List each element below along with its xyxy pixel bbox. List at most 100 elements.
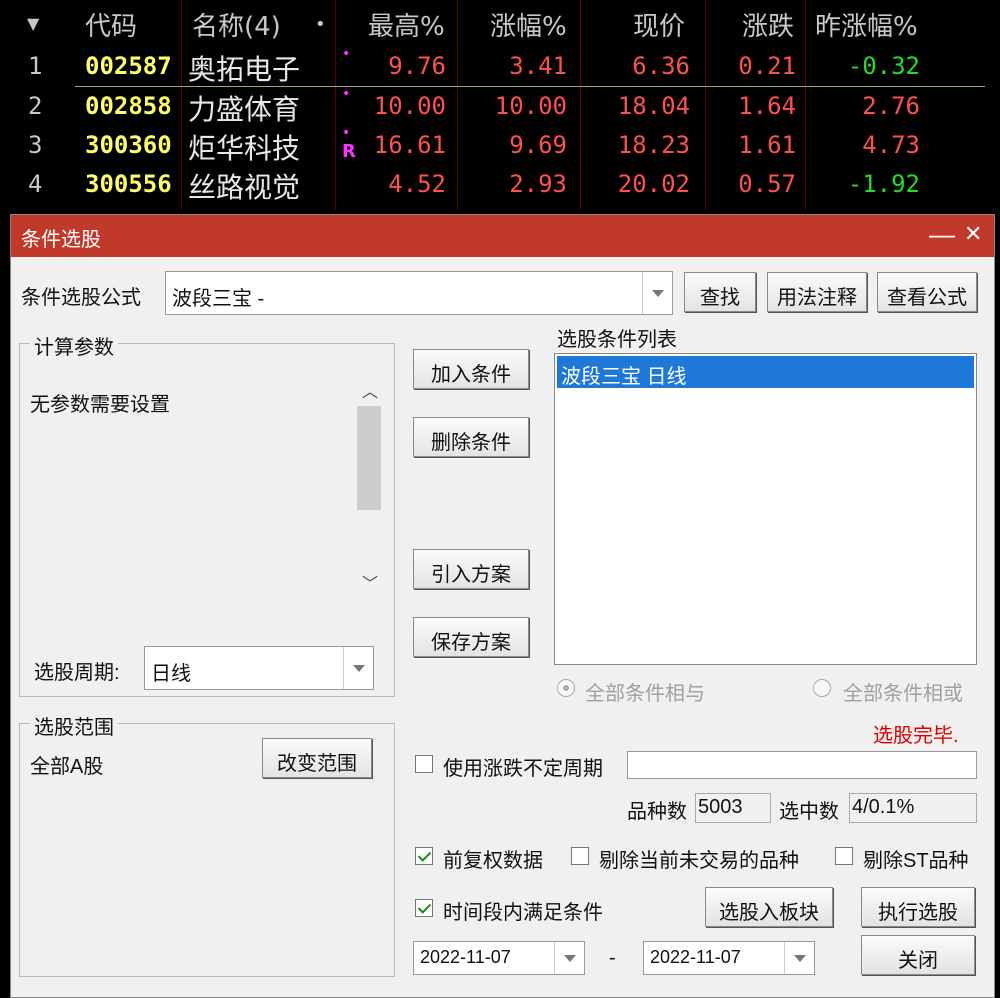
row-number: 2 <box>28 92 43 120</box>
add-to-block-label: 选股入板块 <box>719 902 819 924</box>
date-to-value: 2022-11-07 <box>650 947 741 967</box>
import-scheme-button[interactable]: 引入方案 <box>413 549 529 589</box>
save-scheme-button[interactable]: 保存方案 <box>413 617 529 657</box>
condition-item-label: 波段三宝 日线 <box>561 366 687 388</box>
radio-all-and-label: 全部条件相与 <box>585 683 705 705</box>
high-pct: 10.00 <box>373 92 446 120</box>
scroll-thumb[interactable] <box>357 406 381 510</box>
delete-condition-button[interactable]: 删除条件 <box>413 417 529 457</box>
diff: 1.64 <box>738 92 796 120</box>
header-change[interactable]: 涨幅% <box>490 6 567 43</box>
close-button[interactable]: 关闭 <box>861 935 975 975</box>
params-group-title: 计算参数 <box>30 331 118 360</box>
header-dot: • <box>315 14 326 35</box>
table-row[interactable]: 2 002858 力盛体育 • 10.00 10.00 18.04 1.64 2… <box>0 86 1000 128</box>
forward-adjust-checkbox[interactable] <box>415 847 433 865</box>
stock-name: 力盛体育 <box>188 93 301 126</box>
add-condition-button[interactable]: 加入条件 <box>413 349 529 389</box>
header-code[interactable]: 代码 <box>85 6 137 43</box>
range-group: 选股范围 全部A股 改变范围 <box>19 711 395 977</box>
dialog-title: 条件选股 <box>21 229 101 251</box>
params-scrollbar[interactable]: ︿ ﹀ <box>356 374 382 602</box>
chevron-up-icon[interactable]: ︿ <box>362 378 378 402</box>
stock-name: 炬华科技 <box>188 132 301 165</box>
header-name[interactable]: 名称(4) <box>192 6 281 43</box>
date-from-picker[interactable]: 2022-11-07 <box>413 941 585 975</box>
table-row[interactable]: 4 300556 丝路视觉 4.52 2.93 20.02 0.57 -1.92 <box>0 166 1000 206</box>
stock-code: 300556 <box>85 170 172 198</box>
prev-change-pct: 2.76 <box>862 92 920 120</box>
count-label: 品种数 <box>627 801 687 823</box>
chevron-down-icon[interactable] <box>343 647 373 689</box>
use-period-label: 使用涨跌不定周期 <box>443 758 603 780</box>
condition-list[interactable]: 波段三宝 日线 <box>554 353 977 665</box>
row-number: 4 <box>28 170 43 198</box>
date-to-picker[interactable]: 2022-11-07 <box>643 941 815 975</box>
selected-label: 选中数 <box>779 801 839 823</box>
view-formula-button[interactable]: 查看公式 <box>877 272 977 312</box>
dialog-titlebar[interactable]: 条件选股 — ✕ <box>11 215 994 257</box>
period-dropdown[interactable]: 日线 <box>144 646 374 690</box>
row-number: 3 <box>28 131 43 159</box>
header-diff[interactable]: 涨跌 <box>742 6 794 43</box>
change-pct: 2.93 <box>509 170 567 198</box>
radio-all-and[interactable] <box>557 679 575 697</box>
date-separator: - <box>609 947 616 969</box>
change-range-label: 改变范围 <box>277 753 357 775</box>
chevron-down-icon[interactable] <box>642 272 672 314</box>
exclude-st-checkbox[interactable] <box>835 847 853 865</box>
date-from-value: 2022-11-07 <box>420 947 511 967</box>
selected-row-underline <box>75 86 985 87</box>
high-pct: 9.76 <box>388 52 446 80</box>
execute-select-button[interactable]: 执行选股 <box>861 887 975 927</box>
table-row[interactable]: 3 300360 炬华科技 • R 16.61 9.69 18.23 1.61 … <box>0 125 1000 167</box>
diff: 0.57 <box>738 170 796 198</box>
price: 18.04 <box>617 92 690 120</box>
high-pct: 16.61 <box>373 131 446 159</box>
import-scheme-label: 引入方案 <box>431 564 511 586</box>
minimize-icon[interactable]: — <box>929 219 955 249</box>
time-range-label: 时间段内满足条件 <box>443 902 603 924</box>
range-value: 全部A股 <box>30 756 104 778</box>
prev-change-pct: 4.73 <box>862 131 920 159</box>
execute-select-label: 执行选股 <box>878 902 958 924</box>
use-period-checkbox[interactable] <box>415 755 433 773</box>
period-label: 选股周期: <box>34 662 120 684</box>
formula-value: 波段三宝 - <box>172 288 265 310</box>
price: 18.23 <box>617 131 690 159</box>
header-high[interactable]: 最高% <box>368 6 445 43</box>
find-button[interactable]: 查找 <box>684 272 756 312</box>
add-to-block-button[interactable]: 选股入板块 <box>705 887 833 927</box>
change-pct: 10.00 <box>494 92 567 120</box>
save-scheme-label: 保存方案 <box>431 632 511 654</box>
forward-adjust-label: 前复权数据 <box>443 850 543 872</box>
exclude-untraded-label: 剔除当前未交易的品种 <box>599 850 799 872</box>
row-number: 1 <box>28 52 43 80</box>
header-prev-change[interactable]: 昨涨幅% <box>815 6 918 43</box>
formula-dropdown[interactable]: 波段三宝 - <box>165 271 673 315</box>
radio-all-or[interactable] <box>813 679 831 697</box>
find-button-label: 查找 <box>700 287 740 309</box>
params-group: 计算参数 无参数需要设置 ︿ ﹀ 选股周期: 日线 <box>19 331 395 697</box>
table-row[interactable]: 1 002587 奥拓电子 • 9.76 3.41 6.36 0.21 -0.3… <box>0 46 1000 88</box>
diff: 0.21 <box>738 52 796 80</box>
header-price[interactable]: 现价 <box>633 6 685 43</box>
chevron-down-icon[interactable]: ﹀ <box>362 570 378 594</box>
diff: 1.61 <box>738 131 796 159</box>
period-input[interactable] <box>627 751 977 779</box>
usage-notes-label: 用法注释 <box>777 287 857 309</box>
stock-name: 奥拓电子 <box>188 53 301 86</box>
sort-triangle-icon[interactable]: ▼ <box>27 14 39 33</box>
count-field: 5003 <box>695 793 771 823</box>
condition-list-item[interactable]: 波段三宝 日线 <box>557 356 974 388</box>
stock-code: 300360 <box>85 131 172 159</box>
change-range-button[interactable]: 改变范围 <box>262 738 372 778</box>
change-pct: 9.69 <box>509 131 567 159</box>
chevron-down-icon[interactable] <box>554 942 584 974</box>
close-icon[interactable]: ✕ <box>964 219 982 249</box>
exclude-untraded-checkbox[interactable] <box>571 847 589 865</box>
exclude-st-label: 剔除ST品种 <box>863 850 969 872</box>
chevron-down-icon[interactable] <box>784 942 814 974</box>
time-range-checkbox[interactable] <box>415 899 433 917</box>
usage-notes-button[interactable]: 用法注释 <box>767 272 867 312</box>
